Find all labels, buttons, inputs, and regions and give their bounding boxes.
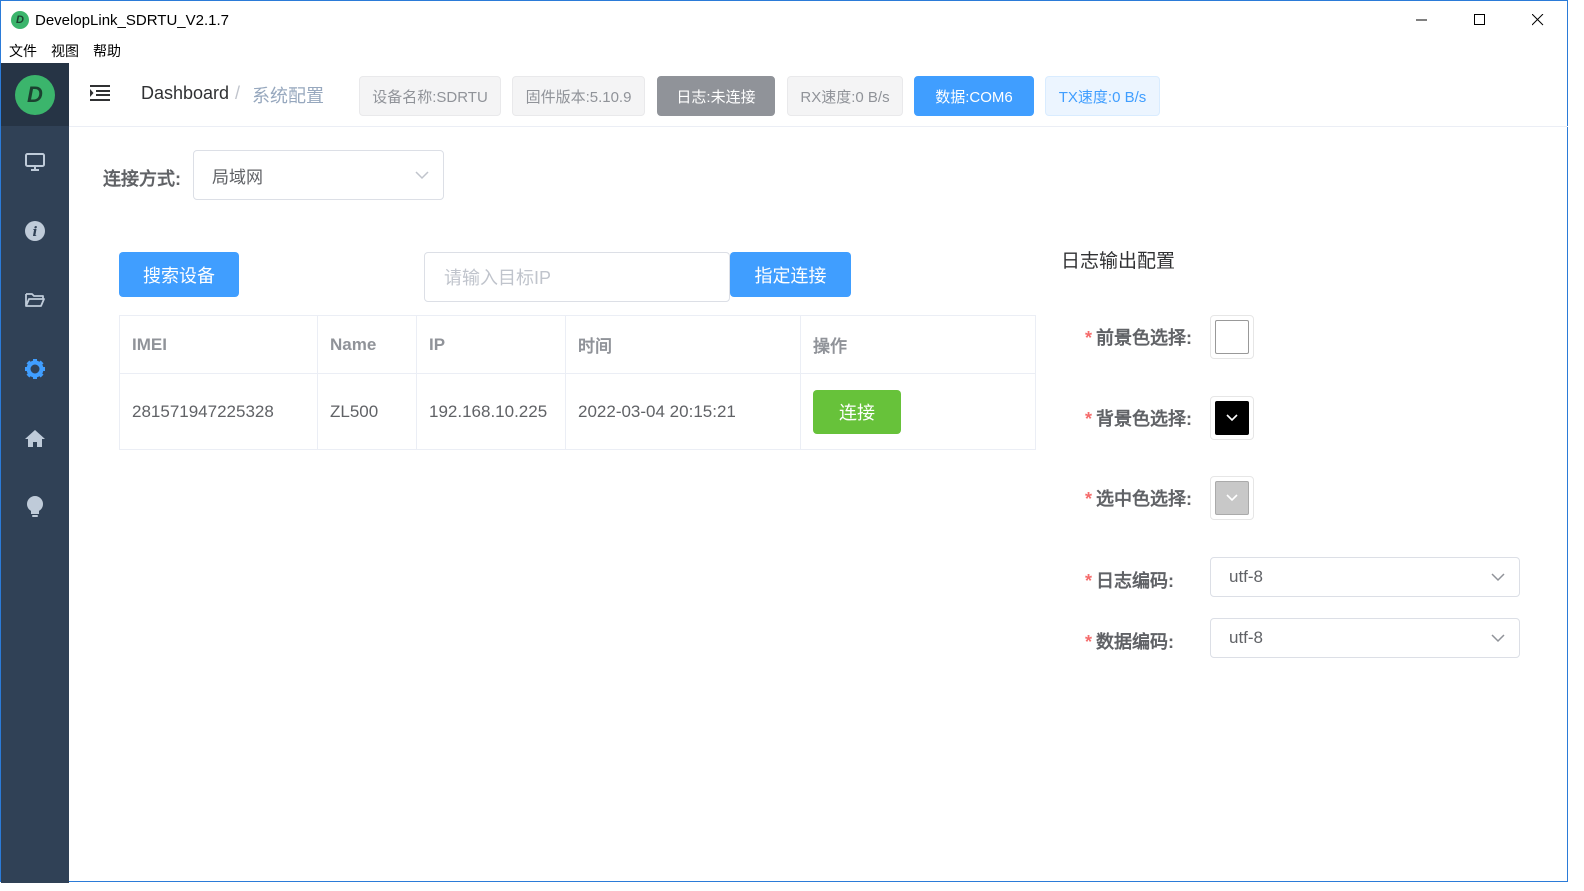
bg-color-swatch xyxy=(1215,401,1249,435)
selection-color-picker[interactable] xyxy=(1210,476,1254,520)
minimize-icon xyxy=(1416,19,1427,21)
sidebar-item-home[interactable] xyxy=(1,413,69,463)
sidebar-item-folder[interactable] xyxy=(1,275,69,325)
firmware-version-tag: 固件版本:5.10.9 xyxy=(512,76,645,116)
info-icon: i xyxy=(25,221,45,241)
cell-ip: 192.168.10.225 xyxy=(417,374,566,450)
required-mark: * xyxy=(1085,632,1093,652)
breadcrumb-dashboard[interactable]: Dashboard xyxy=(141,83,229,104)
home-icon xyxy=(25,430,45,447)
log-status-tag: 日志:未连接 xyxy=(657,76,775,116)
column-header-imei: IMEI xyxy=(120,316,318,374)
device-table: IMEI Name IP 时间 操作 281571947225328 ZL500… xyxy=(119,315,1036,450)
fg-color-picker[interactable] xyxy=(1210,315,1254,359)
top-navbar: Dashboard / 系统配置 设备名称:SDRTU 固件版本:5.10.9 … xyxy=(69,63,1568,127)
chevron-down-icon xyxy=(1226,494,1238,502)
required-mark: * xyxy=(1085,489,1093,509)
connection-method-label: 连接方式: xyxy=(103,169,181,189)
sidebar: D i xyxy=(1,63,69,883)
menu-view[interactable]: 视图 xyxy=(51,41,79,61)
minimize-button[interactable] xyxy=(1393,1,1451,39)
close-icon xyxy=(1532,14,1544,26)
maximize-button[interactable] xyxy=(1451,1,1509,39)
bg-color-picker[interactable] xyxy=(1210,396,1254,440)
window-controls xyxy=(1393,1,1567,39)
bg-color-label: * 背景色选择: xyxy=(1085,409,1193,429)
app-icon: D xyxy=(11,11,29,29)
target-ip-input[interactable]: 请输入目标IP xyxy=(424,252,730,302)
tx-speed-tag: TX速度:0 B/s xyxy=(1045,76,1160,116)
chevron-down-icon xyxy=(1226,414,1238,422)
log-encoding-value: utf-8 xyxy=(1229,567,1264,586)
data-encoding-label: * 数据编码: xyxy=(1085,632,1175,652)
menu-bar: 文件 视图 帮助 xyxy=(1,39,1567,63)
gear-icon xyxy=(25,359,45,379)
sidebar-item-settings[interactable] xyxy=(1,344,69,394)
fg-color-swatch xyxy=(1215,320,1249,354)
column-header-ip: IP xyxy=(417,316,566,374)
log-encoding-label: * 日志编码: xyxy=(1085,571,1175,591)
folder-icon xyxy=(25,293,45,307)
menu-file[interactable]: 文件 xyxy=(9,41,37,61)
data-port-tag: 数据:COM6 xyxy=(914,76,1034,116)
chevron-down-icon xyxy=(1491,634,1505,643)
logo-area: D xyxy=(1,63,69,126)
maximize-icon xyxy=(1474,14,1485,25)
monitor-icon xyxy=(25,153,45,171)
breadcrumb-separator: / xyxy=(235,83,241,103)
connection-method-value: 局域网 xyxy=(212,167,263,187)
log-encoding-select[interactable]: utf-8 xyxy=(1210,557,1520,597)
sidebar-toggle-button[interactable] xyxy=(89,84,111,107)
device-name-tag: 设备名称:SDRTU xyxy=(359,76,501,116)
specify-connect-button[interactable]: 指定连接 xyxy=(730,252,851,297)
lightbulb-icon xyxy=(27,496,43,517)
title-bar: D DevelopLink_SDRTU_V2.1.7 xyxy=(1,1,1567,39)
connection-method-select[interactable]: 局域网 xyxy=(193,150,444,200)
sidebar-item-info[interactable]: i xyxy=(1,206,69,256)
cell-time: 2022-03-04 20:15:21 xyxy=(566,374,801,450)
search-devices-button[interactable]: 搜索设备 xyxy=(119,252,239,297)
selection-color-swatch xyxy=(1215,481,1249,515)
breadcrumb-current: 系统配置 xyxy=(252,86,324,106)
logo: D xyxy=(15,74,55,115)
app-window: D DevelopLink_SDRTU_V2.1.7 文件 视图 帮助 D i xyxy=(0,0,1568,883)
cell-action: 连接 xyxy=(801,374,1036,450)
data-encoding-select[interactable]: utf-8 xyxy=(1210,618,1520,658)
sidebar-item-monitor[interactable] xyxy=(1,137,69,187)
close-button[interactable] xyxy=(1509,1,1567,39)
cell-imei: 281571947225328 xyxy=(120,374,318,450)
sidebar-item-idea[interactable] xyxy=(1,482,69,532)
chevron-down-icon xyxy=(1491,573,1505,582)
required-mark: * xyxy=(1085,571,1093,591)
selection-color-label: * 选中色选择: xyxy=(1085,489,1193,509)
menu-help[interactable]: 帮助 xyxy=(93,41,121,61)
data-encoding-value: utf-8 xyxy=(1229,628,1264,647)
required-mark: * xyxy=(1085,328,1093,348)
rx-speed-tag: RX速度:0 B/s xyxy=(787,76,903,116)
column-header-action: 操作 xyxy=(801,316,1036,374)
window-title: DevelopLink_SDRTU_V2.1.7 xyxy=(35,11,229,29)
svg-text:i: i xyxy=(33,225,38,240)
log-config-title: 日志输出配置 xyxy=(1061,251,1176,272)
fg-color-label: * 前景色选择: xyxy=(1085,328,1193,348)
chevron-down-icon xyxy=(415,171,429,180)
connect-device-button[interactable]: 连接 xyxy=(813,390,901,434)
column-header-time: 时间 xyxy=(566,316,801,374)
hamburger-icon xyxy=(90,85,110,101)
column-header-name: Name xyxy=(318,316,417,374)
cell-name: ZL500 xyxy=(318,374,417,450)
required-mark: * xyxy=(1085,409,1093,429)
